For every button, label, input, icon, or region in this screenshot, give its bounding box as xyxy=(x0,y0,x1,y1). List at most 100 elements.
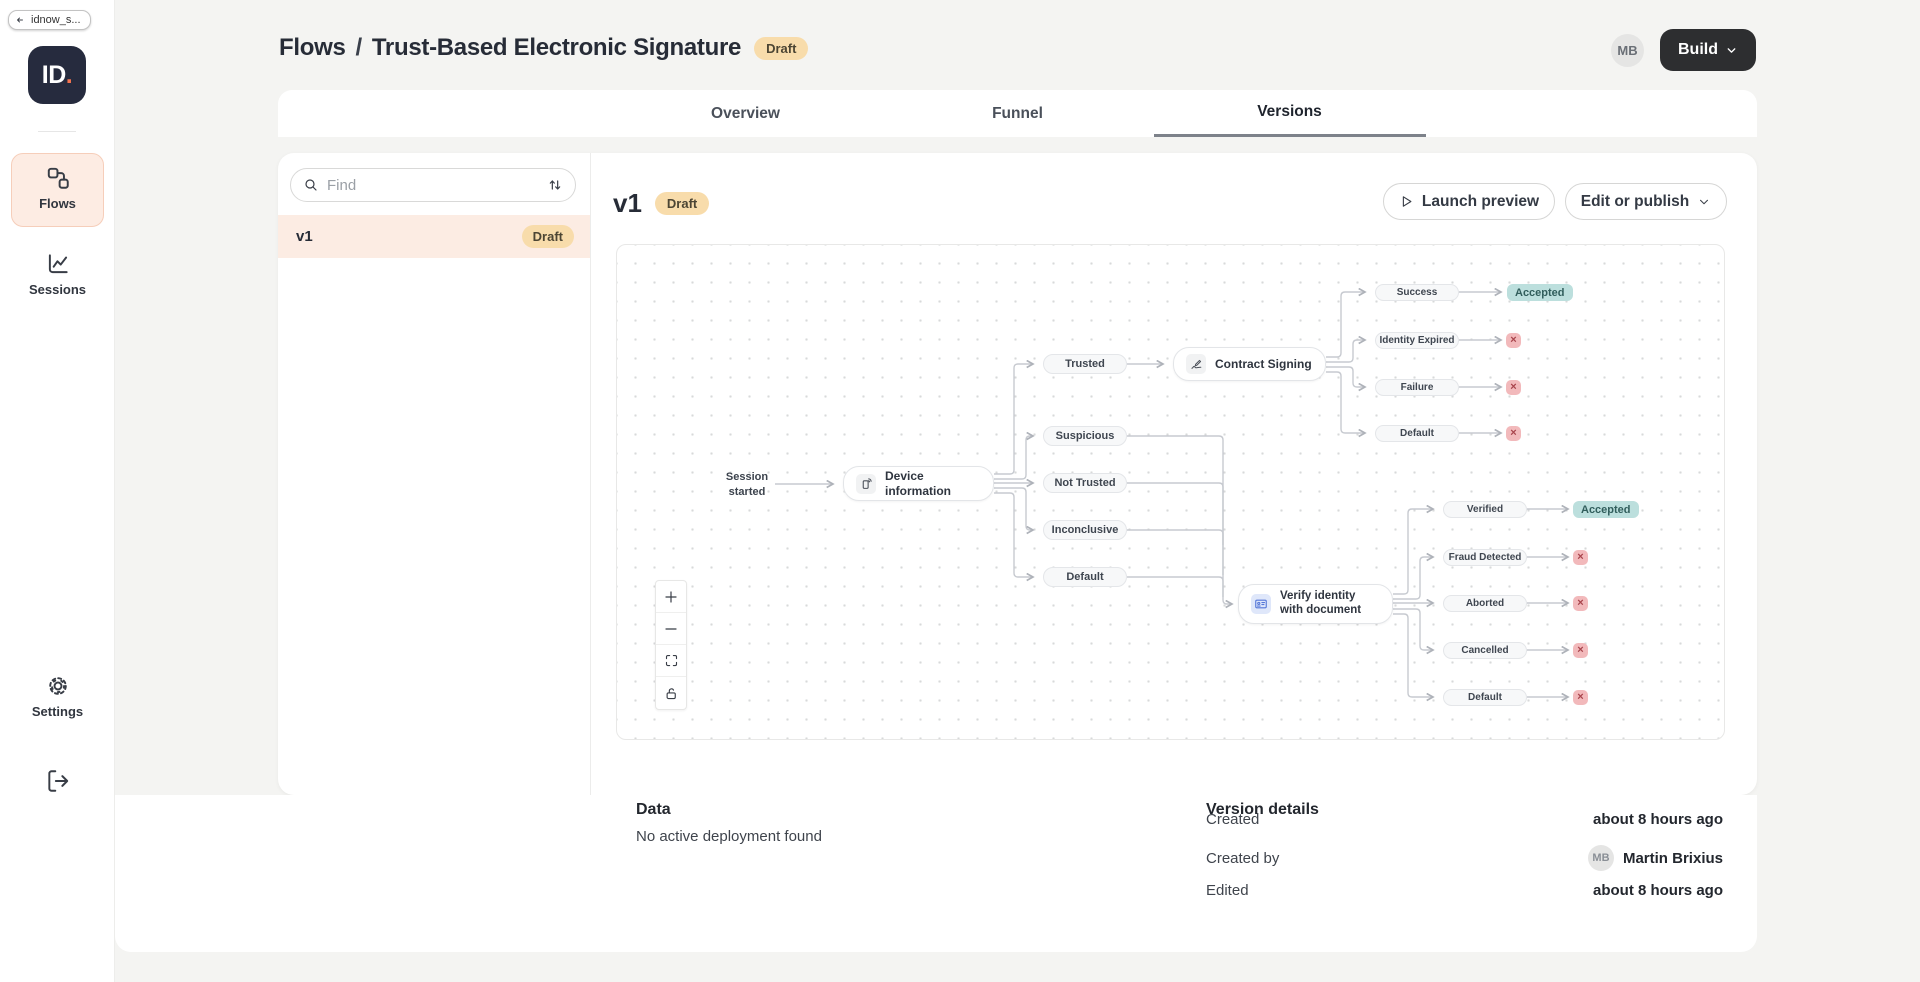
lock-toggle-button[interactable] xyxy=(656,677,686,709)
flow-node-contract-signing[interactable]: Contract Signing xyxy=(1173,347,1326,381)
flow-output-aborted[interactable]: Aborted xyxy=(1443,595,1527,612)
chevron-down-icon xyxy=(1725,44,1738,57)
browser-chip-label: idnow_s... xyxy=(31,14,81,26)
detail-value: about 8 hours ago xyxy=(1593,811,1723,828)
tab-overview[interactable]: Overview xyxy=(610,90,882,137)
edit-or-publish-label: Edit or publish xyxy=(1581,193,1690,211)
flow-output-cancelled[interactable]: Cancelled xyxy=(1443,642,1527,659)
details-panel: Data No active deployment found Version … xyxy=(115,795,1757,952)
app-window: idnow_s... ID. Flows Sessions Settings xyxy=(0,0,1920,982)
flow-output-default-3[interactable]: Default xyxy=(1443,689,1527,706)
breadcrumb-separator: / xyxy=(356,34,362,62)
build-button-label: Build xyxy=(1678,41,1718,59)
flow-output-default[interactable]: Default xyxy=(1043,567,1127,587)
flow-result-rejected[interactable]: × xyxy=(1506,426,1521,441)
flow-result-rejected[interactable]: × xyxy=(1573,596,1588,611)
gear-icon xyxy=(45,673,71,699)
version-title: v1 xyxy=(613,188,642,219)
zoom-out-button[interactable] xyxy=(656,613,686,645)
search-icon xyxy=(303,177,319,193)
detail-value: MB Martin Brixius xyxy=(1588,845,1723,871)
sort-icon[interactable] xyxy=(547,177,563,193)
idnow-logo[interactable]: ID. xyxy=(28,46,86,104)
sidebar-item-label: Sessions xyxy=(29,282,86,297)
flow-output-suspicious[interactable]: Suspicious xyxy=(1043,426,1127,446)
build-button[interactable]: Build xyxy=(1660,29,1756,71)
flow-output-inconclusive[interactable]: Inconclusive xyxy=(1043,520,1127,540)
flow-output-default-2[interactable]: Default xyxy=(1375,425,1459,442)
creator-name: Martin Brixius xyxy=(1623,850,1723,867)
canvas-controls xyxy=(655,580,687,710)
flow-result-accepted[interactable]: Accepted xyxy=(1573,501,1639,518)
sidebar-item-settings[interactable]: Settings xyxy=(11,662,104,726)
sidebar-item-label: Settings xyxy=(32,704,83,719)
flow-output-trusted[interactable]: Trusted xyxy=(1043,354,1127,374)
fit-view-button[interactable] xyxy=(656,645,686,677)
flow-result-rejected[interactable]: × xyxy=(1506,333,1521,348)
tab-funnel[interactable]: Funnel xyxy=(882,90,1154,137)
status-badge: Draft xyxy=(754,37,808,60)
version-status-badge: Draft xyxy=(522,225,574,248)
flow-output-failure[interactable]: Failure xyxy=(1375,379,1459,396)
flow-output-fraud-detected[interactable]: Fraud Detected xyxy=(1443,549,1527,566)
breadcrumb: Flows / Trust-Based Electronic Signature xyxy=(279,34,741,62)
tab-bar: Overview Funnel Versions xyxy=(278,90,1757,137)
flow-node-label: Device information xyxy=(885,469,981,498)
flow-start-node[interactable]: Session started xyxy=(712,470,782,500)
back-arrow-icon xyxy=(15,14,27,26)
detail-row-created: Created about 8 hours ago xyxy=(1206,811,1723,828)
flow-edges xyxy=(617,245,1725,740)
play-icon xyxy=(1399,194,1414,209)
edit-or-publish-button[interactable]: Edit or publish xyxy=(1565,183,1727,220)
flow-node-device-information[interactable]: Device information xyxy=(843,466,994,501)
flow-node-label: Contract Signing xyxy=(1215,357,1312,371)
page-title: Trust-Based Electronic Signature xyxy=(372,34,741,62)
find-input[interactable] xyxy=(327,177,539,194)
flow-output-identity-expired[interactable]: Identity Expired xyxy=(1375,332,1459,349)
zoom-in-button[interactable] xyxy=(656,581,686,613)
sidebar-divider xyxy=(38,131,76,132)
breadcrumb-flows[interactable]: Flows xyxy=(279,34,346,62)
sidebar xyxy=(0,0,115,982)
logo-text: ID. xyxy=(42,61,72,90)
sidebar-item-sessions[interactable]: Sessions xyxy=(11,240,104,304)
id-card-icon xyxy=(1251,594,1271,614)
chart-icon xyxy=(45,251,71,277)
flow-output-not-trusted[interactable]: Not Trusted xyxy=(1043,473,1127,493)
find-search xyxy=(290,168,576,202)
flow-result-rejected[interactable]: × xyxy=(1573,550,1588,565)
flow-canvas[interactable]: Session started Device information Trust… xyxy=(616,244,1725,740)
logout-icon xyxy=(45,768,71,794)
launch-preview-label: Launch preview xyxy=(1422,193,1539,211)
page-header: Flows / Trust-Based Electronic Signature… xyxy=(279,30,808,66)
detail-row-edited: Edited about 8 hours ago xyxy=(1206,882,1723,899)
flow-result-rejected[interactable]: × xyxy=(1573,690,1588,705)
creator-avatar: MB xyxy=(1588,845,1614,871)
logout-button[interactable] xyxy=(45,768,71,799)
flow-node-verify-identity[interactable]: Verify identity with document xyxy=(1238,584,1393,624)
launch-preview-button[interactable]: Launch preview xyxy=(1383,183,1555,220)
version-header: v1 Draft xyxy=(613,188,709,218)
detail-label: Edited xyxy=(1206,882,1249,899)
flow-result-rejected[interactable]: × xyxy=(1573,643,1588,658)
panel-divider xyxy=(590,153,591,795)
sidebar-item-flows[interactable]: Flows xyxy=(11,153,104,227)
detail-label: Created xyxy=(1206,811,1259,828)
user-avatar[interactable]: MB xyxy=(1611,34,1644,67)
detail-row-created-by: Created by MB Martin Brixius xyxy=(1206,845,1723,871)
sidebar-item-label: Flows xyxy=(39,196,76,211)
flow-output-verified[interactable]: Verified xyxy=(1443,501,1527,518)
detail-value: about 8 hours ago xyxy=(1593,882,1723,899)
flow-result-accepted[interactable]: Accepted xyxy=(1507,284,1573,301)
flow-node-label: Verify identity with document xyxy=(1280,590,1380,618)
detail-label: Created by xyxy=(1206,850,1279,867)
version-name: v1 xyxy=(296,228,313,245)
tab-versions[interactable]: Versions xyxy=(1154,90,1426,137)
flow-output-success[interactable]: Success xyxy=(1375,284,1459,301)
version-title-badge: Draft xyxy=(655,192,709,215)
browser-back-chip[interactable]: idnow_s... xyxy=(8,10,91,30)
version-list-item-v1[interactable]: v1 Draft xyxy=(278,215,590,258)
chevron-down-icon xyxy=(1697,195,1711,209)
signature-icon xyxy=(1186,354,1206,374)
flow-result-rejected[interactable]: × xyxy=(1506,380,1521,395)
